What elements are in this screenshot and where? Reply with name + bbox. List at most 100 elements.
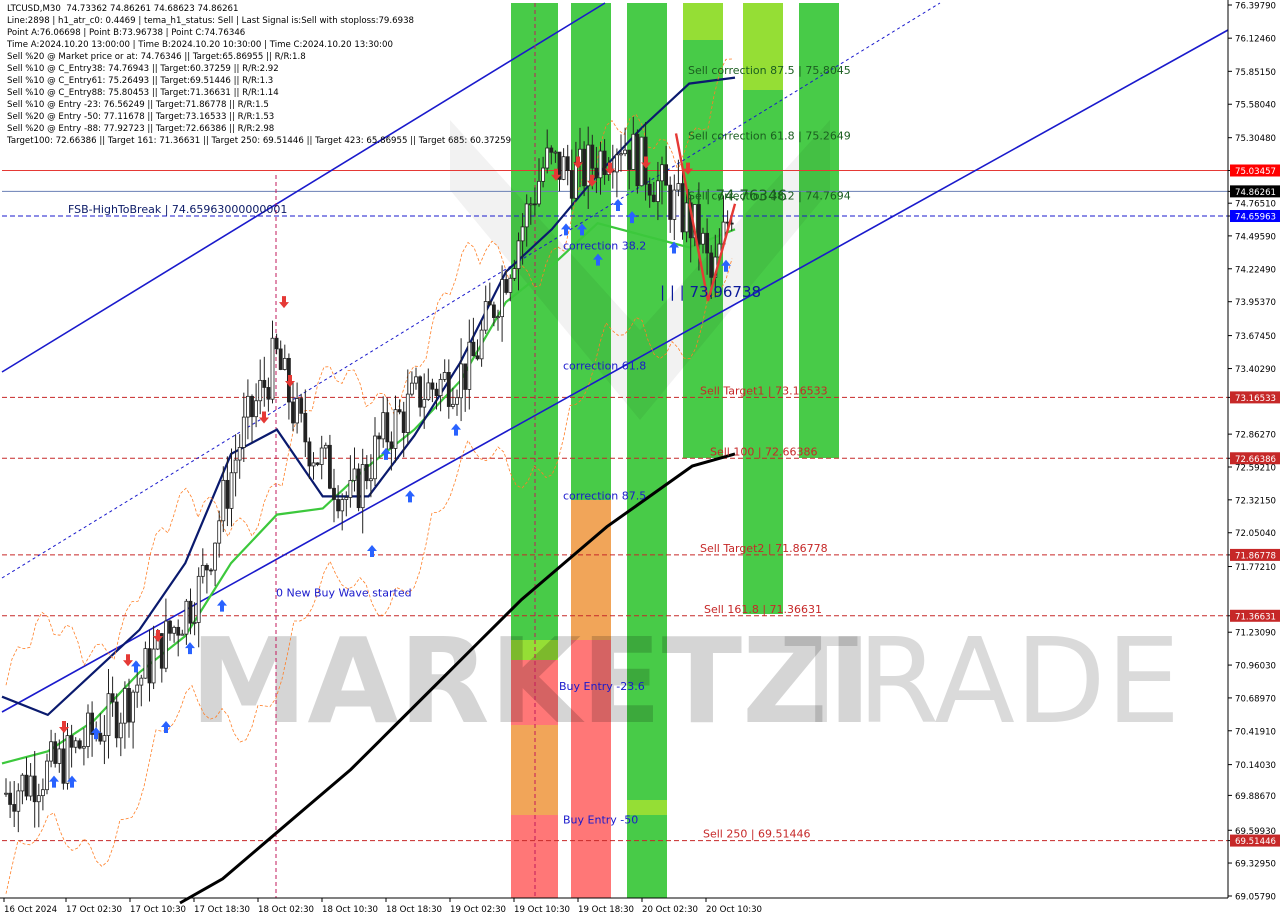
candle-body	[49, 741, 53, 762]
candle-body	[327, 444, 332, 489]
price-tick-label: 69.05790	[1235, 893, 1276, 903]
candle-body	[41, 789, 45, 797]
candle-body	[377, 435, 382, 440]
price-tick-label: 73.16533	[1235, 394, 1276, 404]
price-tick-label: 69.51446	[1235, 837, 1276, 847]
candle-body	[418, 376, 423, 408]
price-tick-label: 76.12460	[1235, 35, 1276, 45]
candle-body	[82, 746, 86, 749]
candle-body	[168, 620, 172, 634]
price-tick-label: 75.30480	[1235, 134, 1276, 144]
info-line: LTCUSD,M30 74.73362 74.86261 74.68623 74…	[7, 4, 239, 14]
candle-body	[307, 441, 312, 467]
price-tick-label: 74.86261	[1235, 188, 1276, 198]
candle-body	[483, 301, 488, 331]
candle-body	[565, 156, 570, 171]
candle-body	[541, 167, 545, 182]
candle-body	[676, 183, 681, 191]
candle-body	[65, 735, 70, 784]
candle-body	[254, 400, 259, 418]
candle-body	[561, 156, 566, 180]
candle-body	[159, 633, 164, 669]
candle-body	[397, 409, 402, 413]
candle-body	[110, 693, 115, 703]
candle-body	[368, 478, 373, 482]
candle-body	[123, 688, 127, 724]
candle-body	[393, 409, 398, 449]
chart-annotation: 0 New Buy Wave started	[276, 587, 412, 600]
candle-body	[524, 203, 529, 228]
candle-body	[24, 774, 29, 797]
candle-body	[143, 648, 148, 679]
candle-body	[668, 184, 673, 220]
candle-body	[221, 479, 226, 522]
candle-body	[602, 150, 607, 176]
candle-body	[426, 382, 431, 400]
candle-body	[434, 388, 439, 397]
candle-body	[533, 203, 537, 206]
chart-annotation: Sell correction 87.5 | 75.8045	[688, 64, 851, 77]
info-line: Sell %10 @ Entry -23: 76.56249 || Target…	[7, 100, 269, 110]
time-tick-label: 18 Oct 10:30	[322, 905, 378, 915]
price-tick-label: 72.05040	[1235, 529, 1276, 539]
chart-annotation: Sell 100 | 72.66386	[710, 445, 818, 458]
price-tick-label: 74.65963	[1235, 213, 1276, 223]
zone-block	[683, 3, 723, 40]
candle-body	[569, 170, 574, 199]
candle-body	[586, 144, 591, 187]
candle-body	[241, 416, 246, 448]
candle-body	[323, 444, 328, 449]
candle-body	[225, 479, 230, 509]
chart-annotation: correction 87.5	[563, 489, 646, 502]
candle-body	[262, 379, 267, 388]
candle-body	[537, 180, 541, 205]
time-tick-label: 17 Oct 02:30	[66, 905, 122, 915]
price-tick-label: 75.58040	[1235, 101, 1276, 111]
time-tick-label: 16 Oct 2024	[4, 905, 57, 915]
info-line: Target100: 72.66386 || Target 161: 71.36…	[7, 136, 512, 146]
candle-body	[233, 459, 238, 474]
candle-body	[623, 149, 627, 155]
chart-annotation: correction 61.8	[563, 360, 646, 373]
candle-body	[471, 341, 476, 357]
candle-body	[467, 341, 472, 390]
chart-annotation: Sell 250 | 69.51446	[703, 828, 811, 841]
candle-body	[340, 499, 345, 512]
candle-body	[590, 144, 595, 169]
candle-body	[619, 153, 623, 156]
candle-body	[479, 329, 484, 360]
candle-body	[12, 804, 17, 812]
watermark-brand-bold: MARKETZI	[190, 612, 872, 750]
candle-body	[352, 468, 357, 481]
chart-annotation: | | | 74.76346	[686, 186, 787, 204]
candle-body	[516, 240, 521, 270]
candle-body	[163, 620, 168, 669]
candle-body	[28, 775, 33, 797]
candle-body	[135, 684, 140, 693]
watermark-brand-light: TRADE	[784, 612, 1180, 750]
candle-body	[631, 133, 636, 170]
candle-body	[315, 462, 320, 465]
candle-body	[61, 748, 66, 784]
candle-body	[504, 279, 509, 293]
price-tick-label: 72.59210	[1235, 463, 1276, 473]
candle-body	[291, 401, 295, 424]
price-tick-label: 70.14030	[1235, 761, 1276, 771]
price-tick-label: 70.68970	[1235, 694, 1276, 704]
candle-body	[373, 435, 377, 480]
candle-body	[278, 348, 283, 370]
chart-annotation: Sell Target2 | 71.86778	[700, 542, 828, 555]
zone-block	[743, 90, 783, 614]
price-tick-label: 73.67450	[1235, 332, 1276, 342]
chart-area[interactable]: MARKETZI TRADE FSB-HighToBreak | 74.659630…	[0, 0, 1280, 920]
price-tick-label: 72.86270	[1235, 431, 1276, 441]
chart-annotation: Buy Entry -23.6	[559, 680, 645, 693]
candle-body	[496, 316, 500, 319]
candle-body	[102, 735, 107, 742]
candle-body	[430, 382, 435, 390]
candle-body	[86, 712, 90, 747]
chart-annotation: Sell 161.8 | 71.36631	[704, 603, 822, 616]
candle-body	[213, 542, 218, 571]
candle-body	[664, 164, 668, 186]
info-line: Line:2898 | h1_atr_c0: 0.4469 | tema_h1_…	[7, 16, 414, 26]
